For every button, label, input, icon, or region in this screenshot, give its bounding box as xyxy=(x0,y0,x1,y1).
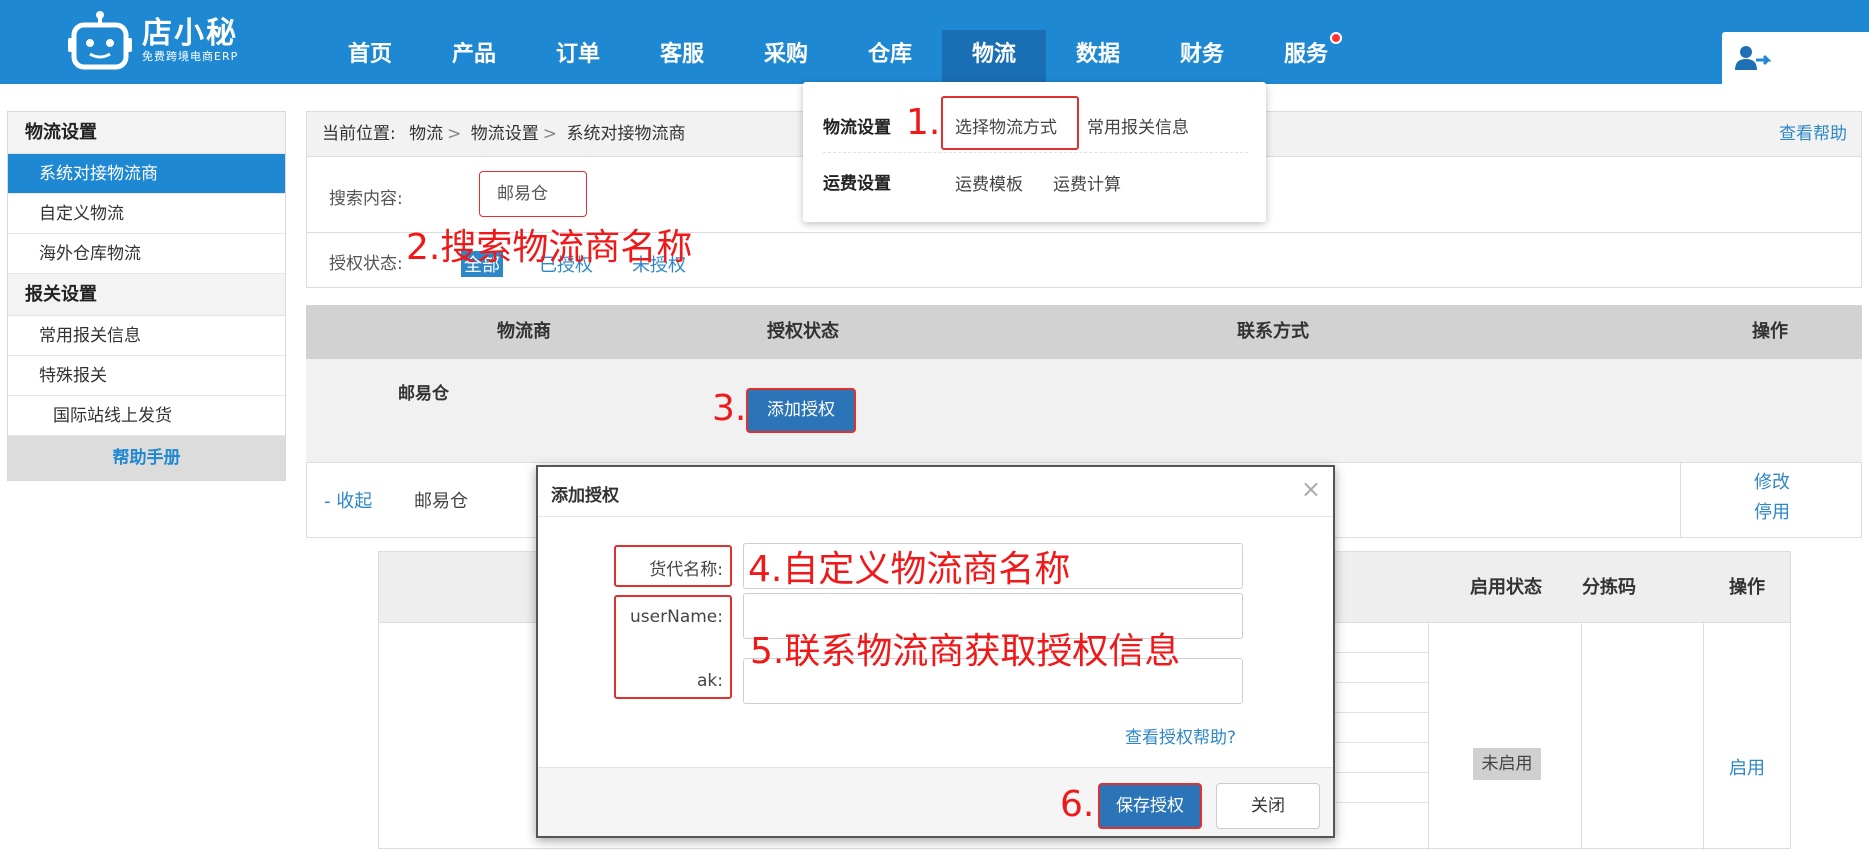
breadcrumb-settings[interactable]: 物流设置 xyxy=(471,124,539,144)
disable-link[interactable]: 停用 xyxy=(1681,498,1863,528)
sidebar-help-manual[interactable]: 帮助手册 xyxy=(8,436,285,480)
nav-products[interactable]: 产品 xyxy=(422,30,526,84)
collapse-link[interactable]: - 收起 xyxy=(324,487,372,513)
top-navbar: 店小秘 免费跨境电商ERP 首页 产品 订单 客服 采购 仓库 物流 数据 财务… xyxy=(0,0,1869,84)
column-divider xyxy=(1703,623,1704,850)
breadcrumb-prefix: 当前位置: xyxy=(322,124,396,144)
col-enable-status: 启用状态 xyxy=(1470,577,1542,598)
logo-tagline: 免费跨境电商ERP xyxy=(142,50,239,63)
username-label: userName: xyxy=(630,607,723,627)
column-divider xyxy=(1428,623,1429,850)
annotation-step-4: 4.自定义物流商名称 xyxy=(748,549,1071,590)
auth-status-label: 授权状态: xyxy=(329,254,403,274)
column-divider xyxy=(1581,623,1582,850)
annotation-step-5: 5.联系物流商获取授权信息 xyxy=(750,631,1181,672)
freight-template-link[interactable]: 运费模板 xyxy=(955,170,1023,195)
breadcrumb-separator: > xyxy=(447,124,462,144)
nav-logistics[interactable]: 物流 xyxy=(942,30,1046,84)
sidebar-item-special-customs[interactable]: 特殊报关 xyxy=(8,356,285,396)
logo-name: 店小秘 xyxy=(142,16,238,51)
nav-orders[interactable]: 订单 xyxy=(526,30,630,84)
search-input[interactable]: 邮易仓 xyxy=(479,171,587,217)
enable-link[interactable]: 启用 xyxy=(1729,754,1765,780)
dropdown-group-freight-settings: 运费设置 xyxy=(823,174,891,194)
col-sort-code: 分拣码 xyxy=(1582,577,1636,598)
save-authorization-button[interactable]: 保存授权 xyxy=(1098,783,1202,829)
sidebar-item-system-carriers[interactable]: 系统对接物流商 xyxy=(8,154,285,194)
row-actions: 修改 停用 xyxy=(1680,463,1863,537)
freight-calculator-link[interactable]: 运费计算 xyxy=(1053,170,1121,195)
sidebar-item-overseas-warehouse[interactable]: 海外仓库物流 xyxy=(8,234,285,274)
col-inner-actions: 操作 xyxy=(1729,577,1765,598)
dialog-footer: 保存授权 关闭 xyxy=(538,767,1333,836)
dropdown-group-logistics-settings: 物流设置 xyxy=(823,118,891,138)
col-contact: 联系方式 xyxy=(1237,321,1309,342)
logo[interactable]: 店小秘 免费跨境电商ERP xyxy=(68,10,238,72)
breadcrumb-logistics[interactable]: 物流 xyxy=(409,124,443,144)
dialog-title: 添加授权 xyxy=(551,486,619,506)
carrier-name: 邮易仓 xyxy=(398,384,449,404)
view-help-link[interactable]: 查看帮助 xyxy=(1779,112,1847,156)
nav-finance[interactable]: 财务 xyxy=(1150,30,1254,84)
sidebar-item-custom-logistics[interactable]: 自定义物流 xyxy=(8,194,285,234)
sidebar-group-logistics-settings: 物流设置 xyxy=(8,112,285,154)
authorization-help-link[interactable]: 查看授权帮助? xyxy=(1125,723,1236,748)
nav-warehouse[interactable]: 仓库 xyxy=(838,30,942,84)
col-carrier: 物流商 xyxy=(497,321,551,342)
annotation-step-3: 3. xyxy=(712,388,747,429)
ak-label: ak: xyxy=(697,671,723,691)
col-actions: 操作 xyxy=(1752,321,1788,342)
breadcrumb-separator: > xyxy=(542,124,558,144)
dialog-header: 添加授权 × xyxy=(538,467,1333,517)
close-icon[interactable]: × xyxy=(1301,475,1321,503)
robot-logo-icon xyxy=(68,10,132,72)
sidebar: 物流设置 系统对接物流商 自定义物流 海外仓库物流 报关设置 常用报关信息 特殊… xyxy=(7,111,286,481)
nav-home[interactable]: 首页 xyxy=(318,30,422,84)
table-row: 邮易仓 添加授权 xyxy=(306,359,1862,463)
annotation-step-6: 6. xyxy=(1060,784,1095,825)
annotation-step-2: 2.搜索物流商名称 xyxy=(406,227,693,268)
nav-services[interactable]: 服务 xyxy=(1254,30,1358,84)
logistics-dropdown-menu: 物流设置 1. 选择物流方式 常用报关信息 运费设置 运费模板 运费计算 xyxy=(803,82,1266,222)
select-shipping-method-link[interactable]: 选择物流方式 xyxy=(955,113,1057,138)
sidebar-group-customs-settings: 报关设置 xyxy=(8,274,285,316)
main-nav: 首页 产品 订单 客服 采购 仓库 物流 数据 财务 服务 xyxy=(318,30,1358,84)
common-customs-info-link[interactable]: 常用报关信息 xyxy=(1087,113,1189,138)
add-authorization-button[interactable]: 添加授权 xyxy=(746,388,856,433)
sidebar-item-common-customs[interactable]: 常用报关信息 xyxy=(8,316,285,356)
nav-purchasing[interactable]: 采购 xyxy=(734,30,838,84)
breadcrumb-current: 系统对接物流商 xyxy=(566,124,686,144)
col-auth-status: 授权状态 xyxy=(767,321,839,342)
user-menu[interactable] xyxy=(1722,32,1869,84)
user-switch-icon xyxy=(1735,46,1772,70)
nav-customer-service[interactable]: 客服 xyxy=(630,30,734,84)
annotation-step-1: 1. xyxy=(906,102,941,143)
status-badge: 未启用 xyxy=(1473,748,1541,780)
forwarder-name-label: 货代名称: xyxy=(649,560,723,580)
notification-dot xyxy=(1330,32,1342,44)
divider xyxy=(823,152,1248,153)
search-label: 搜索内容: xyxy=(329,189,403,209)
table-header: 物流商 授权状态 联系方式 操作 xyxy=(306,305,1862,359)
carrier-name: 邮易仓 xyxy=(414,491,468,512)
nav-data[interactable]: 数据 xyxy=(1046,30,1150,84)
edit-link[interactable]: 修改 xyxy=(1681,468,1863,498)
sidebar-item-international-shipping[interactable]: 国际站线上发货 xyxy=(8,396,285,436)
close-button[interactable]: 关闭 xyxy=(1216,783,1320,829)
